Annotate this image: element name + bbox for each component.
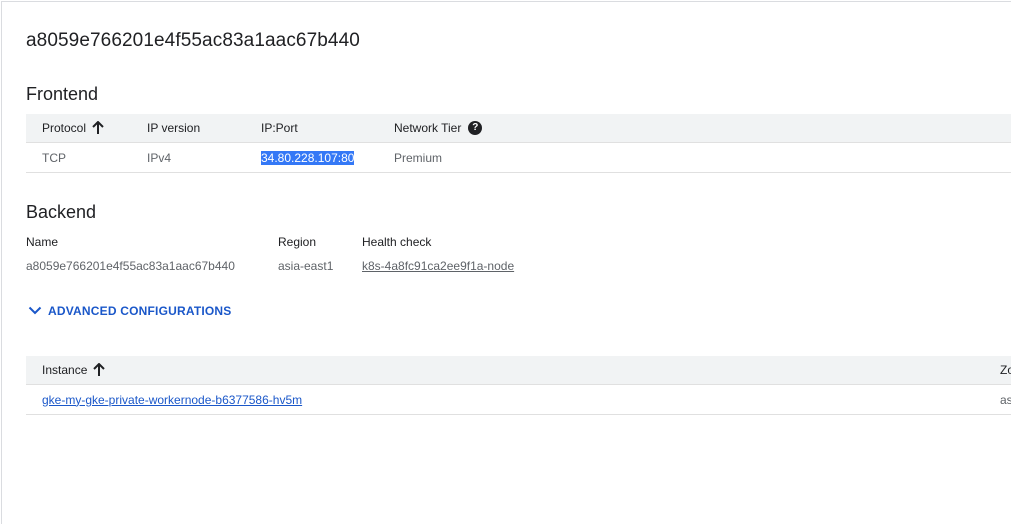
column-header-network-tier-label: Network Tier xyxy=(394,121,462,135)
arrow-up-icon[interactable] xyxy=(92,121,104,135)
column-header-ip-port[interactable]: IP:Port xyxy=(261,114,298,142)
frontend-section-title: Frontend xyxy=(26,84,99,104)
backend-section-title: Backend xyxy=(26,202,97,222)
cell-zone: as xyxy=(1000,392,1011,407)
help-circle-icon[interactable]: ? xyxy=(468,121,483,135)
backend-region-label: Region xyxy=(278,235,317,249)
backend-name-label: Name xyxy=(26,235,59,249)
column-header-protocol-label: Protocol xyxy=(42,121,87,135)
column-header-zone[interactable]: Zo xyxy=(1000,356,1011,384)
arrow-up-icon[interactable] xyxy=(93,363,106,377)
chevron-down-icon xyxy=(28,306,42,315)
column-header-instance-label: Instance xyxy=(42,363,88,377)
ip-port-value[interactable]: 34.80.228.107:80 xyxy=(261,150,355,165)
instances-table: Instance Zo gke-my-gke-private-workernod… xyxy=(26,356,1011,415)
backend-name-value: a8059e766201e4f55ac83a1aac67b440 xyxy=(26,259,235,273)
column-header-protocol[interactable]: Protocol xyxy=(42,114,104,142)
frontend-table: Protocol IP version IP:Port Network Tier… xyxy=(26,114,1011,173)
load-balancer-name: a8059e766201e4f55ac83a1aac67b440 xyxy=(26,30,360,51)
cell-network-tier: Premium xyxy=(394,150,443,165)
instance-link[interactable]: gke-my-gke-private-workernode-b6377586-h… xyxy=(42,385,302,414)
instances-table-header: Instance Zo xyxy=(26,356,1011,385)
column-header-ip-version[interactable]: IP version xyxy=(147,114,200,142)
health-check-link[interactable]: k8s-4a8fc91ca2ee9f1a-node xyxy=(362,259,514,273)
advanced-configurations-toggle[interactable]: ADVANCED CONFIGURATIONS xyxy=(28,304,232,318)
backend-health-check-label: Health check xyxy=(362,235,432,249)
cell-ip-version: IPv4 xyxy=(147,150,172,165)
cell-protocol: TCP xyxy=(42,150,66,165)
column-header-instance[interactable]: Instance xyxy=(42,356,106,384)
table-row: gke-my-gke-private-workernode-b6377586-h… xyxy=(26,385,1011,415)
column-header-network-tier[interactable]: Network Tier ? xyxy=(394,114,483,142)
frontend-table-header: Protocol IP version IP:Port Network Tier… xyxy=(26,114,1011,143)
backend-region-value: asia-east1 xyxy=(278,259,334,273)
table-row: TCP IPv4 34.80.228.107:80 Premium xyxy=(26,143,1011,173)
advanced-configurations-label: ADVANCED CONFIGURATIONS xyxy=(48,304,232,318)
cell-ip-port[interactable]: 34.80.228.107:80 xyxy=(261,143,355,172)
